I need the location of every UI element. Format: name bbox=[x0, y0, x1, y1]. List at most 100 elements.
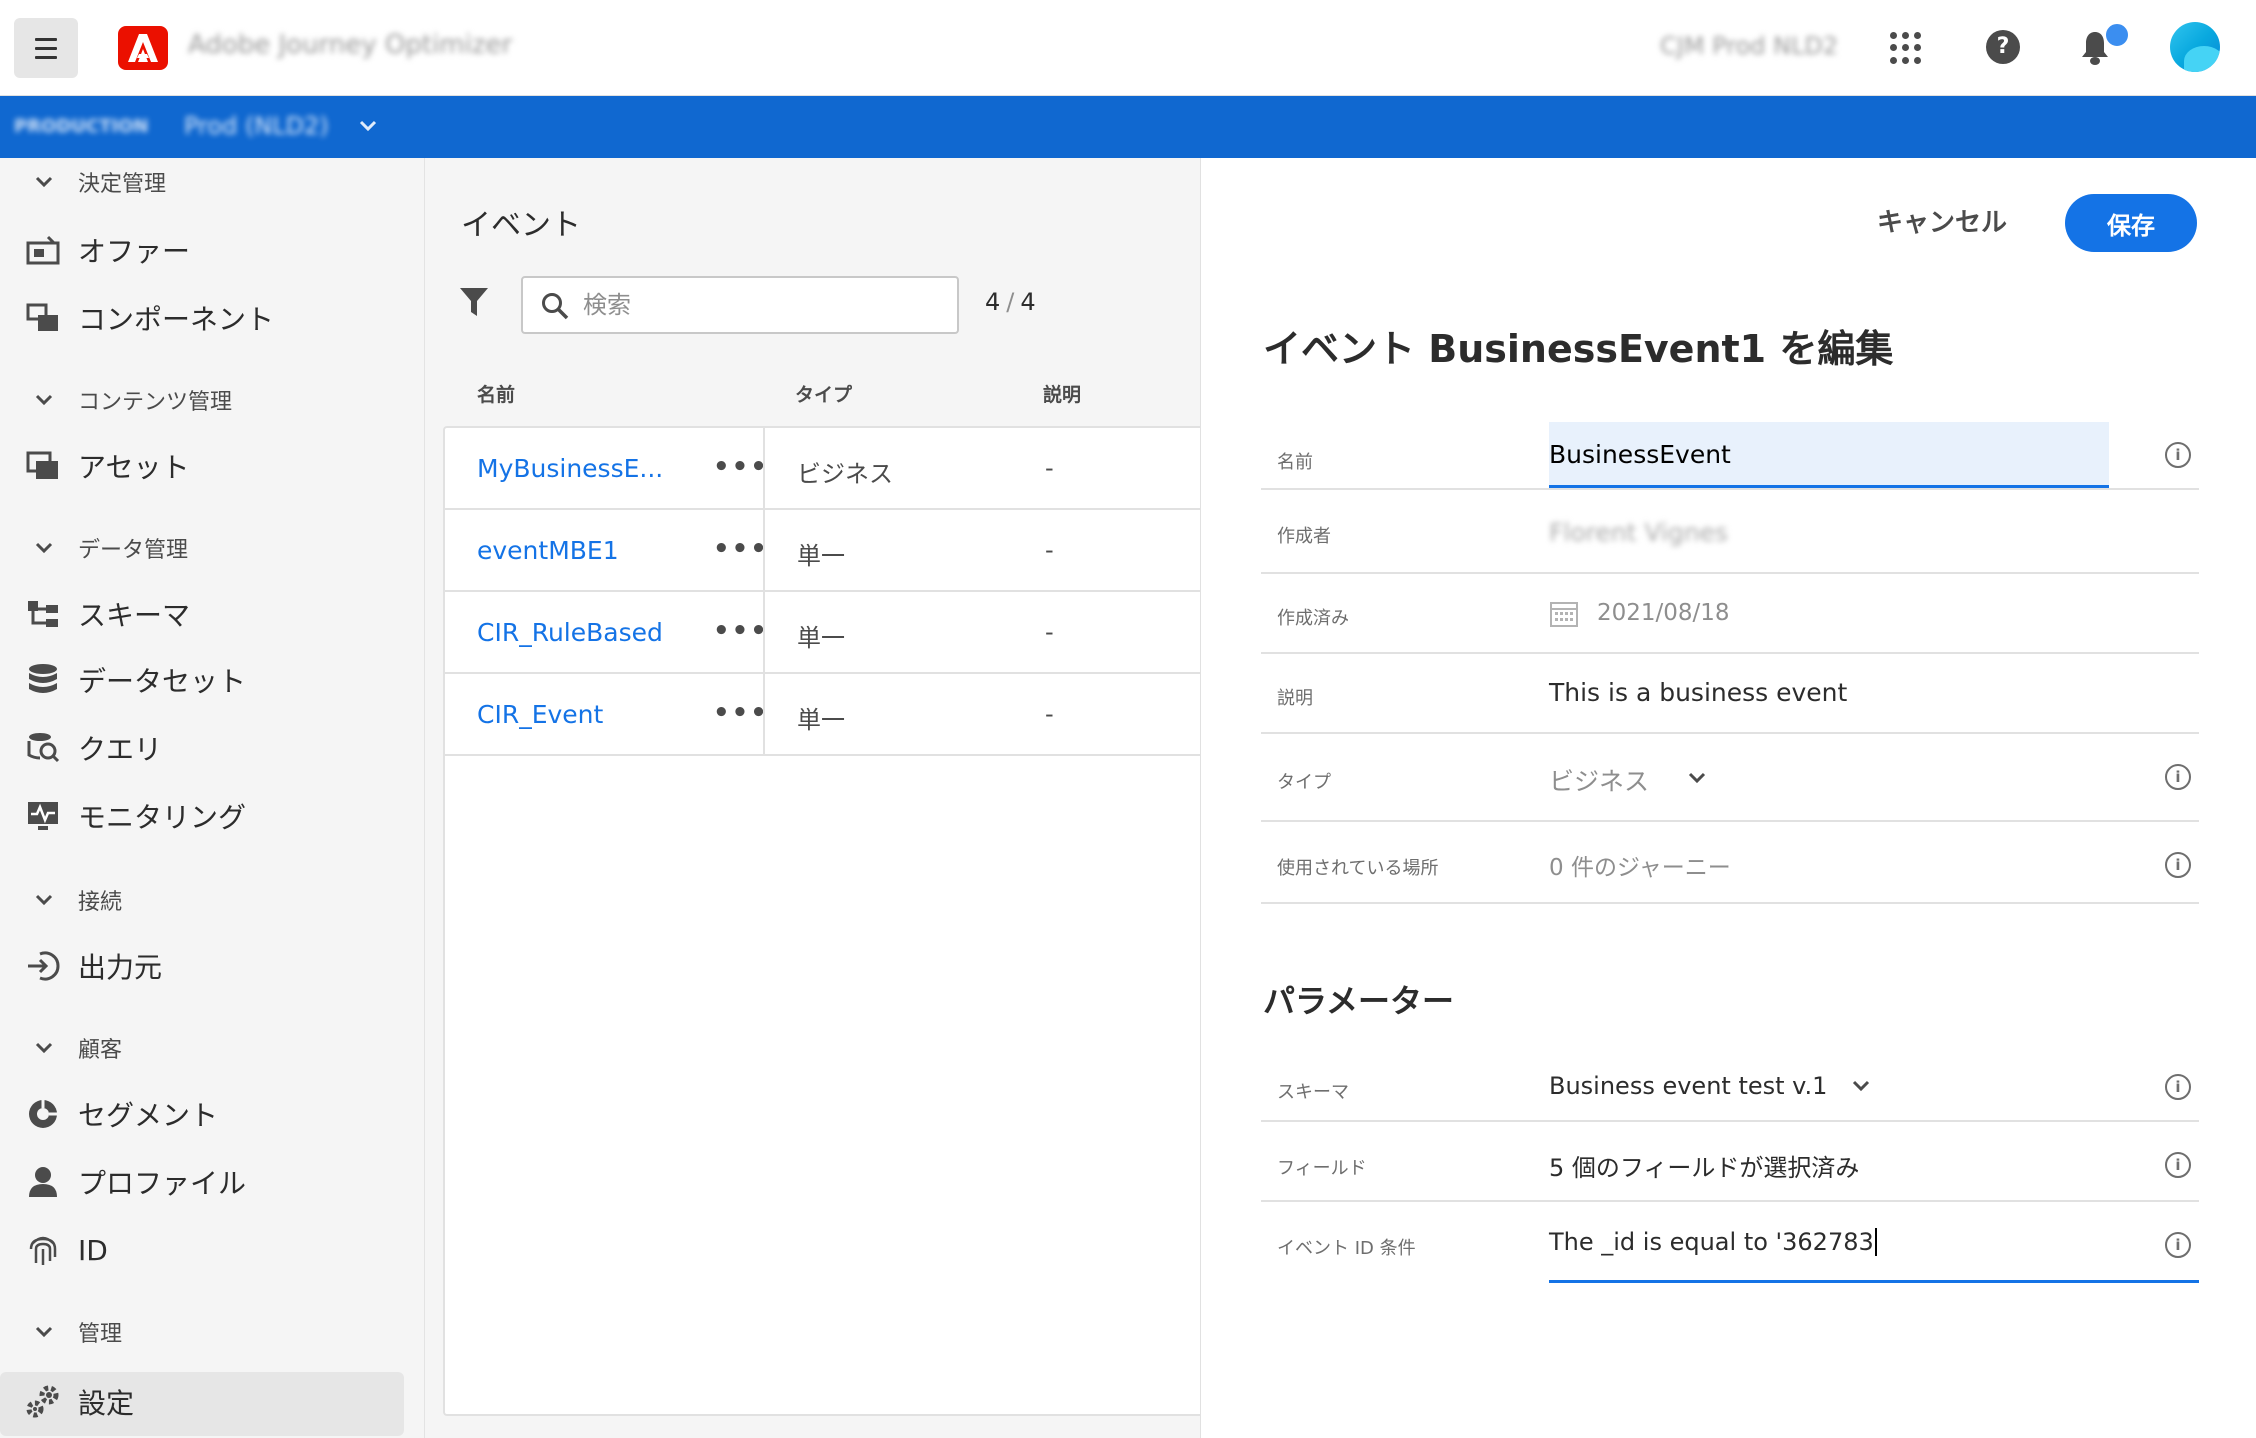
table-row[interactable]: CIR_RuleBased ••• 単一 - bbox=[445, 592, 1205, 674]
field-label: 作成済み bbox=[1277, 608, 1349, 629]
search-field[interactable] bbox=[521, 276, 959, 334]
nav-item-queries[interactable]: クエリ bbox=[24, 726, 162, 770]
filter-icon[interactable] bbox=[459, 286, 489, 318]
event-name-link[interactable]: eventMBE1 bbox=[477, 536, 619, 565]
more-actions-icon[interactable]: ••• bbox=[713, 452, 769, 482]
info-icon[interactable]: i bbox=[2165, 852, 2191, 878]
nav-item-offers[interactable]: オファー bbox=[24, 228, 190, 272]
event-name-link[interactable]: CIR_Event bbox=[477, 700, 603, 729]
search-input[interactable] bbox=[583, 290, 943, 320]
nav-item-profiles[interactable]: プロファイル bbox=[24, 1160, 246, 1204]
field-row-fields: フィールド 5 個のフィールドが選択済み i bbox=[1261, 1122, 2199, 1202]
author-value: Florent Vignes bbox=[1549, 518, 1728, 547]
cancel-button[interactable]: キャンセル bbox=[1877, 202, 2007, 239]
nav-section-connections[interactable]: 接続 bbox=[32, 884, 122, 916]
nav-item-label: セグメント bbox=[78, 1099, 219, 1132]
chevron-down-icon bbox=[35, 176, 53, 188]
chevron-down-icon[interactable] bbox=[1687, 768, 1707, 788]
info-icon[interactable]: i bbox=[2165, 764, 2191, 790]
column-header-name[interactable]: 名前 bbox=[477, 380, 515, 407]
event-description: - bbox=[1045, 618, 1054, 646]
count-total: 4 bbox=[1020, 288, 1036, 316]
nav-section-content[interactable]: コンテンツ管理 bbox=[32, 384, 232, 416]
column-header-type[interactable]: タイプ bbox=[795, 380, 852, 407]
nav-item-assets[interactable]: アセット bbox=[24, 444, 189, 488]
hamburger-menu-icon[interactable] bbox=[14, 18, 78, 78]
field-row-created: 作成済み 2021/08/18 bbox=[1261, 574, 2199, 654]
nav-item-sources[interactable]: 出力元 bbox=[24, 944, 162, 988]
more-actions-icon[interactable]: ••• bbox=[713, 534, 769, 564]
event-description: - bbox=[1045, 454, 1054, 482]
chevron-down-icon[interactable] bbox=[1851, 1076, 1871, 1096]
save-button[interactable]: 保存 bbox=[2065, 194, 2197, 252]
fingerprint-icon bbox=[24, 1231, 62, 1269]
name-input[interactable] bbox=[1549, 436, 2089, 472]
field-row-author: 作成者 Florent Vignes bbox=[1261, 492, 2199, 574]
help-icon[interactable]: ? bbox=[1986, 30, 2020, 64]
created-date: 2021/08/18 bbox=[1597, 600, 1730, 626]
schema-dropdown[interactable]: Business event test v.1 bbox=[1549, 1072, 1827, 1100]
nav-section-label: 管理 bbox=[78, 1322, 123, 1347]
info-icon[interactable]: i bbox=[2165, 442, 2191, 468]
event-name-link[interactable]: CIR_RuleBased bbox=[477, 618, 663, 647]
nav-item-settings[interactable]: 設定 bbox=[24, 1380, 134, 1424]
usage-value: 0 件のジャーニー bbox=[1549, 855, 1731, 881]
nav-item-components[interactable]: コンポーネント bbox=[24, 296, 274, 340]
nav-item-label: スキーマ bbox=[78, 599, 191, 632]
nav-section-label: データ管理 bbox=[78, 538, 189, 563]
app-switcher-icon[interactable] bbox=[1890, 32, 1922, 64]
nav-section-decision[interactable]: 決定管理 bbox=[32, 166, 166, 198]
calendar-icon bbox=[1550, 602, 1578, 627]
schema-icon bbox=[24, 595, 62, 633]
field-label: 使用されている場所 bbox=[1277, 858, 1439, 879]
more-actions-icon[interactable]: ••• bbox=[713, 698, 769, 728]
event-description: - bbox=[1045, 700, 1054, 728]
more-actions-icon[interactable]: ••• bbox=[713, 616, 769, 646]
table-row[interactable]: eventMBE1 ••• 単一 - bbox=[445, 510, 1205, 592]
type-dropdown[interactable]: ビジネス bbox=[1549, 762, 1649, 798]
events-list-panel: イベント 4/4 名前 タイプ 説明 MyBusinessE... ••• ビジ… bbox=[424, 158, 1205, 1438]
chevron-down-icon bbox=[35, 394, 53, 406]
nav-item-identities[interactable]: ID bbox=[24, 1228, 108, 1272]
nav-section-customers[interactable]: 顧客 bbox=[32, 1032, 122, 1064]
field-label: イベント ID 条件 bbox=[1277, 1238, 1416, 1259]
column-header-description[interactable]: 説明 bbox=[1043, 380, 1081, 407]
nav-section-admin[interactable]: 管理 bbox=[32, 1316, 122, 1348]
monitoring-icon bbox=[24, 797, 62, 835]
chevron-down-icon[interactable] bbox=[358, 116, 378, 136]
name-field[interactable] bbox=[1549, 422, 2109, 488]
description-input[interactable]: This is a business event bbox=[1549, 678, 1847, 707]
nav-item-segments[interactable]: セグメント bbox=[24, 1092, 218, 1136]
info-icon[interactable]: i bbox=[2165, 1074, 2191, 1100]
table-row[interactable]: MyBusinessE... ••• ビジネス - bbox=[445, 428, 1205, 510]
info-icon[interactable]: i bbox=[2165, 1152, 2191, 1178]
chevron-down-icon bbox=[35, 542, 53, 554]
event-id-condition-input[interactable]: The _id is equal to '362783 bbox=[1549, 1228, 1877, 1256]
table-row[interactable]: CIR_Event ••• 単一 - bbox=[445, 674, 1205, 756]
nav-item-monitoring[interactable]: モニタリング bbox=[24, 794, 246, 838]
chevron-down-icon bbox=[35, 1326, 53, 1338]
info-icon[interactable]: i bbox=[2165, 1232, 2191, 1258]
user-avatar[interactable] bbox=[2170, 22, 2220, 72]
field-label: フィールド bbox=[1277, 1158, 1367, 1179]
column-divider bbox=[763, 428, 765, 510]
nav-item-label: データセット bbox=[78, 665, 247, 698]
database-icon bbox=[24, 661, 62, 699]
left-navigation: 決定管理 オファー コンポーネント コンテンツ管理 アセット データ管理 スキー… bbox=[0, 158, 424, 1438]
fields-selection-link[interactable]: 5 個のフィールドが選択済み bbox=[1549, 1148, 1859, 1183]
page-title: イベント bbox=[461, 208, 581, 243]
nav-item-label: 出力元 bbox=[78, 951, 163, 984]
nav-item-schemas[interactable]: スキーマ bbox=[24, 592, 190, 636]
field-label: 作成者 bbox=[1277, 526, 1331, 547]
sources-icon bbox=[24, 947, 62, 985]
org-switcher[interactable]: CJM Prod NLD2 bbox=[1660, 32, 1838, 60]
field-label: タイプ bbox=[1277, 772, 1331, 793]
nav-item-datasets[interactable]: データセット bbox=[24, 658, 246, 702]
edit-title: イベント BusinessEvent1 を編集 bbox=[1263, 327, 1894, 371]
nav-section-data[interactable]: データ管理 bbox=[32, 532, 188, 564]
adobe-logo-icon[interactable] bbox=[118, 26, 168, 70]
column-divider bbox=[763, 510, 765, 592]
nav-section-label: コンテンツ管理 bbox=[78, 390, 233, 415]
sandbox-switcher[interactable]: Prod (NLD2) bbox=[184, 112, 329, 140]
event-name-link[interactable]: MyBusinessE... bbox=[477, 454, 663, 483]
